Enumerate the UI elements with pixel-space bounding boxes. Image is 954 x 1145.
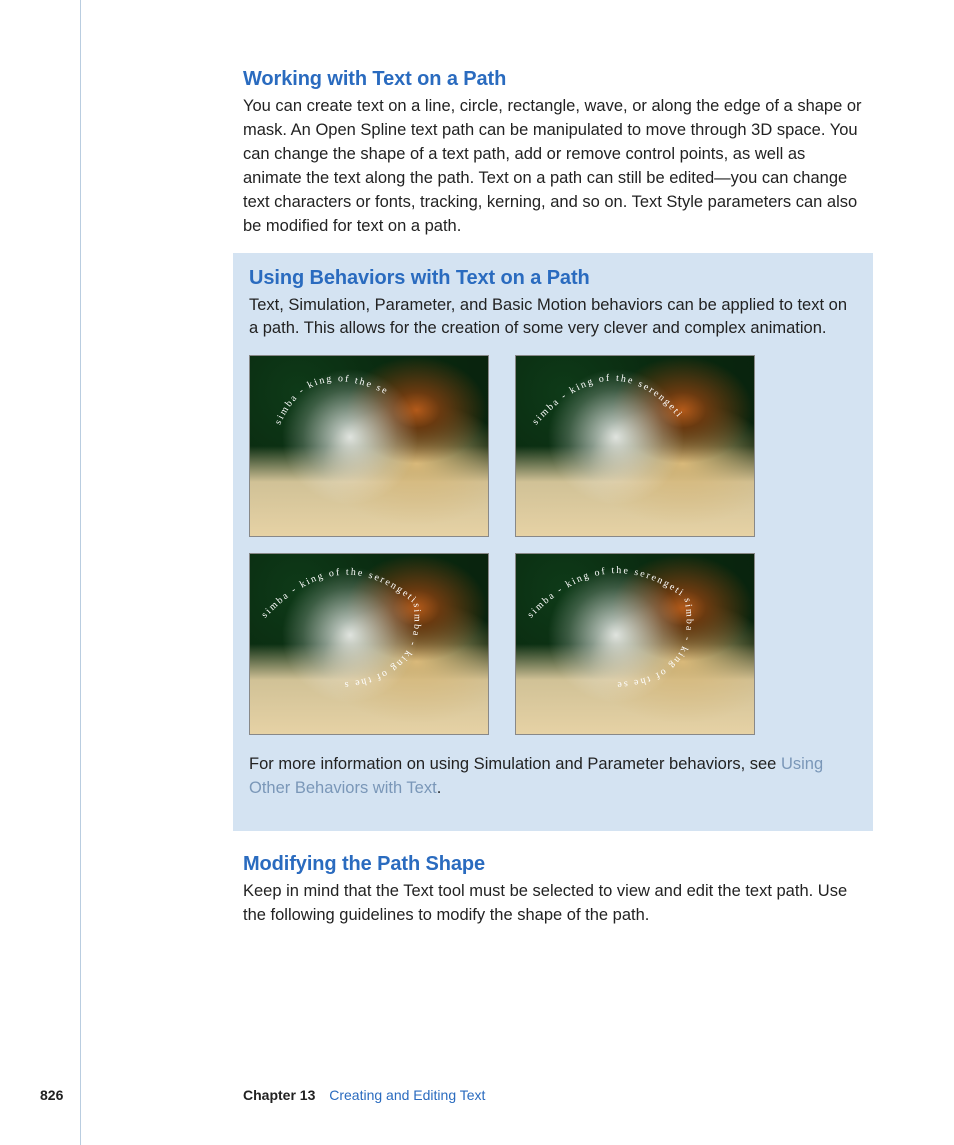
chapter-title: Creating and Editing Text (329, 1087, 485, 1103)
path-text-4a: simba - king of the serengeti (525, 565, 686, 620)
path-text-1: simba - king of the serengeti (250, 356, 390, 426)
body-using-behaviors: Text, Simulation, Parameter, and Basic M… (249, 294, 857, 342)
example-thumb-3: simba - king of the serengeti simba - ki… (249, 553, 489, 735)
chapter-label: Chapter 13 (243, 1087, 315, 1103)
footer-chapter: Chapter 13 Creating and Editing Text (243, 1087, 485, 1103)
svg-text:simba - king of the serengeti: simba - king of the serengeti (530, 373, 685, 427)
example-thumb-1: simba - king of the serengeti (249, 355, 489, 537)
callout-footer-post: . (437, 779, 442, 797)
heading-modifying-path: Modifying the Path Shape (243, 853, 868, 876)
callout-footer-pre: For more information on using Simulation… (249, 755, 781, 773)
svg-text:simba - king of the serengeti: simba - king of the serengeti (250, 356, 390, 426)
left-margin-rule (80, 0, 81, 1145)
callout-footer: For more information on using Simulation… (249, 753, 857, 801)
example-thumb-4: simba - king of the serengeti simba - ki… (515, 553, 755, 735)
svg-text:simba - king of the serengeti: simba - king of the serengeti (259, 567, 419, 621)
body-modifying-path: Keep in mind that the Text tool must be … (243, 880, 868, 928)
path-text-3a: simba - king of the serengeti (259, 567, 419, 621)
path-text-2: simba - king of the serengeti (530, 373, 685, 427)
heading-using-behaviors: Using Behaviors with Text on a Path (249, 267, 857, 290)
body-working-with-text: You can create text on a line, circle, r… (243, 95, 868, 239)
heading-working-with-text: Working with Text on a Path (243, 68, 868, 91)
page-number: 826 (40, 1087, 63, 1103)
content-column: Working with Text on a Path You can crea… (243, 68, 868, 928)
page-footer: 826 Chapter 13 Creating and Editing Text (0, 1079, 954, 1103)
callout-behaviors: Using Behaviors with Text on a Path Text… (233, 253, 873, 832)
example-thumb-2: simba - king of the serengeti (515, 355, 755, 537)
page: Working with Text on a Path You can crea… (0, 0, 954, 1145)
image-grid: simba - king of the serengeti simba - ki… (249, 355, 857, 735)
svg-text:simba - king of the serengeti: simba - king of the serengeti (525, 565, 686, 620)
